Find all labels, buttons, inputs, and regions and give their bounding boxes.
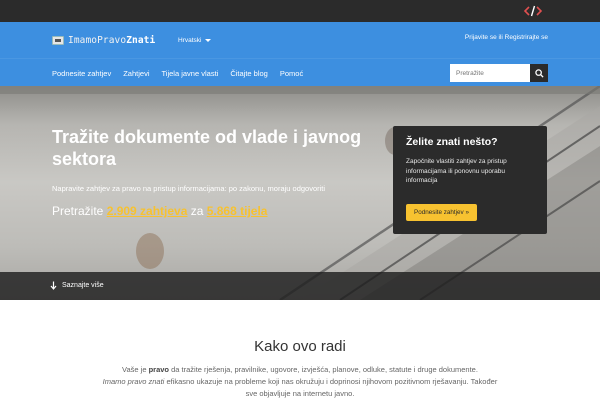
- logo-text: ImamoPravoZnati: [68, 34, 156, 46]
- search-icon: [534, 68, 544, 78]
- hero-stats: Pretražite 2.909 zahtjeva za 5.868 tijel…: [52, 204, 268, 218]
- learn-more-label: Saznajte više: [62, 282, 104, 289]
- requests-count-link[interactable]: 2.909 zahtjeva: [107, 204, 188, 218]
- code-icon[interactable]: [522, 4, 544, 18]
- language-label: Hrvatski: [178, 37, 202, 44]
- search-input[interactable]: [450, 64, 530, 82]
- nav-item-blog[interactable]: Čitajte blog: [230, 69, 268, 78]
- site-logo[interactable]: ImamoPravoZnati: [52, 34, 155, 46]
- hero-subtitle: Napravite zahtjev za pravo na pristup in…: [52, 184, 326, 193]
- top-strip: [0, 0, 600, 22]
- logo-icon: [52, 35, 64, 45]
- learn-more-bar: Saznajte više: [0, 272, 600, 300]
- nav-item-help[interactable]: Pomoć: [280, 69, 303, 78]
- bodies-count-link[interactable]: 5.868 tijela: [207, 204, 268, 218]
- search-button[interactable]: [530, 64, 548, 82]
- site-header: ImamoPravoZnati Hrvatski Prijavite se il…: [0, 22, 600, 58]
- request-card: Želite znati nešto? Započnite vlastiti z…: [393, 126, 547, 234]
- how-it-works-title: Kako ovo radi: [254, 338, 346, 355]
- hero-banner: Tražite dokumente od vlade i javnog sekt…: [0, 86, 600, 300]
- language-selector[interactable]: Hrvatski: [178, 37, 212, 44]
- arrow-down-icon: [50, 281, 57, 290]
- main-nav: Podnesite zahtjev Zahtjevi Tijela javne …: [0, 58, 600, 86]
- how-it-works-text: Vaše je pravo da tražite rješenja, pravi…: [102, 365, 498, 398]
- hero-title: Tražite dokumente od vlade i javnog sekt…: [52, 127, 362, 169]
- sign-in-link[interactable]: Prijavite se ili Registrirajte se: [465, 34, 548, 41]
- nav-item-public-bodies[interactable]: Tijela javne vlasti: [161, 69, 218, 78]
- card-title: Želite znati nešto?: [406, 136, 498, 148]
- search-box: [450, 64, 548, 82]
- chevron-down-icon: [205, 39, 212, 42]
- card-text: Započnite vlastiti zahtjev za pristup in…: [406, 158, 507, 184]
- make-request-button[interactable]: Podnesite zahtjev »: [406, 204, 477, 221]
- nav-item-requests[interactable]: Zahtjevi: [123, 69, 149, 78]
- nav-item-make-request[interactable]: Podnesite zahtjev: [52, 69, 111, 78]
- learn-more-link[interactable]: Saznajte više: [50, 281, 104, 290]
